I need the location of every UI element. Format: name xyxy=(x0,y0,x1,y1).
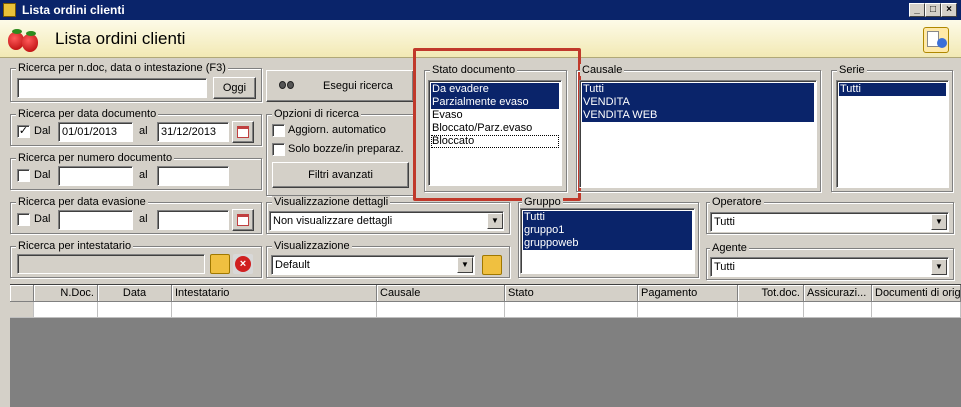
close-button[interactable]: × xyxy=(941,3,957,17)
aggiorn-automatico-label: Aggiorn. automatico xyxy=(288,124,386,136)
aggiorn-automatico-checkbox[interactable] xyxy=(272,124,285,137)
grid-header-cell[interactable]: Intestatario xyxy=(172,285,377,302)
data-documento-legend: Ricerca per data documento xyxy=(16,108,159,120)
orders-grid[interactable]: N.Doc. Data Intestatario Causale Stato P… xyxy=(10,284,961,407)
window-title: Lista ordini clienti xyxy=(22,3,125,17)
data-evasione-dal-input[interactable] xyxy=(58,210,133,230)
list-item[interactable]: VENDITA WEB xyxy=(582,109,814,122)
agente-value: Tutti xyxy=(714,261,735,273)
operatore-select[interactable]: Tutti xyxy=(710,212,949,232)
chevron-down-icon[interactable]: ▼ xyxy=(931,214,947,230)
list-item[interactable]: VENDITA xyxy=(582,96,814,109)
vis-dettagli-value: Non visualizzare dettagli xyxy=(273,215,393,227)
table-row[interactable] xyxy=(10,302,961,318)
ndoc-search-legend: Ricerca per n.doc, data o intestazione (… xyxy=(16,62,228,74)
grid-header-cell[interactable]: Assicurazi... xyxy=(804,285,872,302)
numero-documento-dal-label: Dal xyxy=(34,169,51,181)
ndoc-search-input[interactable] xyxy=(17,78,207,98)
esegui-ricerca-label: Esegui ricerca xyxy=(323,80,393,92)
serie-list[interactable]: Tutti xyxy=(836,80,949,188)
folder-icon[interactable] xyxy=(210,254,230,274)
operatore-value: Tutti xyxy=(714,216,735,228)
calendar-icon[interactable] xyxy=(232,209,254,231)
data-documento-al-input[interactable]: 31/12/2013 xyxy=(157,122,229,142)
grid-header-cell[interactable]: N.Doc. xyxy=(34,285,98,302)
chevron-down-icon[interactable]: ▼ xyxy=(931,259,947,275)
data-evasione-al-input[interactable] xyxy=(157,210,229,230)
minimize-button[interactable]: _ xyxy=(909,3,925,17)
agente-select[interactable]: Tutti xyxy=(710,257,949,277)
users-report-icon[interactable] xyxy=(923,27,949,53)
grid-header-cell[interactable]: Causale xyxy=(377,285,505,302)
window-titlebar[interactable]: Lista ordini clienti _ □ × xyxy=(0,0,961,20)
operatore-legend: Operatore xyxy=(710,196,764,208)
list-item[interactable]: gruppoweb xyxy=(523,237,692,250)
app-icon xyxy=(3,3,16,17)
grid-header-cell[interactable] xyxy=(10,285,34,302)
opzioni-ricerca-legend: Opzioni di ricerca xyxy=(272,108,361,120)
intestatario-input[interactable] xyxy=(17,254,205,274)
list-item[interactable]: Tutti xyxy=(582,83,814,96)
chevron-down-icon[interactable]: ▼ xyxy=(487,213,503,229)
data-evasione-checkbox[interactable] xyxy=(17,213,30,226)
binoculars-icon xyxy=(279,79,295,91)
causale-legend: Causale xyxy=(580,64,625,76)
data-evasione-legend: Ricerca per data evasione xyxy=(16,196,148,208)
gruppo-legend: Gruppo xyxy=(522,196,563,208)
data-documento-al-label: al xyxy=(139,125,148,137)
vis-dettagli-legend: Visualizzazione dettagli xyxy=(272,196,391,208)
list-item[interactable]: Tutti xyxy=(839,83,946,96)
oggi-button[interactable]: Oggi xyxy=(213,77,256,99)
numero-documento-legend: Ricerca per numero documento xyxy=(16,152,175,164)
grid-header-cell[interactable]: Data xyxy=(98,285,172,302)
grid-header-cell[interactable]: Pagamento xyxy=(638,285,738,302)
folder-icon[interactable] xyxy=(482,255,502,275)
agente-legend: Agente xyxy=(710,242,749,254)
numero-documento-al-label: al xyxy=(139,169,148,181)
chevron-down-icon[interactable]: ▼ xyxy=(457,257,473,273)
data-documento-checkbox[interactable]: ✓ xyxy=(17,125,30,138)
solo-bozze-label: Solo bozze/in preparaz. xyxy=(288,143,404,155)
serie-legend: Serie xyxy=(837,64,867,76)
numero-documento-checkbox[interactable] xyxy=(17,169,30,182)
vis-dettagli-select[interactable]: Non visualizzare dettagli xyxy=(269,211,504,231)
grid-header-cell[interactable]: Documenti di orig xyxy=(872,285,961,302)
data-evasione-al-label: al xyxy=(139,213,148,225)
data-documento-dal-input[interactable]: 01/01/2013 xyxy=(58,122,133,142)
list-item[interactable]: gruppo1 xyxy=(523,224,692,237)
numero-documento-al-input[interactable] xyxy=(157,166,229,186)
solo-bozze-checkbox[interactable] xyxy=(272,143,285,156)
grid-header-cell[interactable]: Tot.doc. xyxy=(738,285,804,302)
clear-icon[interactable]: × xyxy=(233,254,253,274)
visualizzazione-select[interactable]: Default xyxy=(271,255,475,275)
visualizzazione-legend: Visualizzazione xyxy=(272,240,352,252)
data-documento-dal-label: Dal xyxy=(34,125,51,137)
list-item[interactable]: Tutti xyxy=(523,211,692,224)
visualizzazione-value: Default xyxy=(275,259,310,271)
calendar-icon[interactable] xyxy=(232,121,254,143)
data-evasione-dal-label: Dal xyxy=(34,213,51,225)
grid-header: N.Doc. Data Intestatario Causale Stato P… xyxy=(10,285,961,302)
page-title: Lista ordini clienti xyxy=(55,29,186,48)
grid-header-cell[interactable]: Stato xyxy=(505,285,638,302)
esegui-ricerca-button[interactable]: Esegui ricerca xyxy=(266,70,414,102)
intestatario-legend: Ricerca per intestatario xyxy=(16,240,134,252)
gruppo-list[interactable]: Tutti gruppo1 gruppoweb xyxy=(520,208,695,274)
highlight-box xyxy=(413,48,581,201)
numero-documento-dal-input[interactable] xyxy=(58,166,133,186)
maximize-button[interactable]: □ xyxy=(925,3,941,17)
causale-list[interactable]: Tutti VENDITA VENDITA WEB xyxy=(579,80,817,188)
filtri-avanzati-button[interactable]: Filtri avanzati xyxy=(272,162,409,188)
